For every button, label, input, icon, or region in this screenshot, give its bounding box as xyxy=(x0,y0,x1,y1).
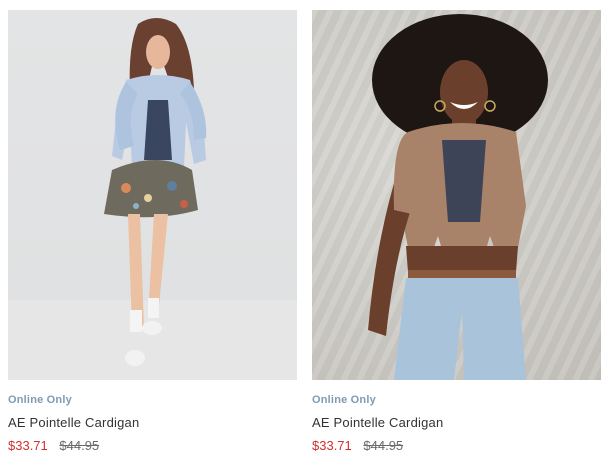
price-row: $33.71 $44.95 xyxy=(8,438,297,454)
product-image[interactable] xyxy=(8,10,297,380)
product-card[interactable]: Online Only AE Pointelle Cardigan $33.71… xyxy=(312,10,601,454)
sale-price: $33.71 xyxy=(8,438,48,453)
original-price: $44.95 xyxy=(59,438,100,453)
sale-price: $33.71 xyxy=(312,438,352,453)
price-row: $33.71 $44.95 xyxy=(312,438,601,454)
original-price: $44.95 xyxy=(363,438,404,453)
online-only-badge: Online Only xyxy=(8,394,72,406)
model-figure xyxy=(368,14,548,380)
product-image[interactable] xyxy=(312,10,601,380)
product-name[interactable]: AE Pointelle Cardigan xyxy=(8,415,297,431)
product-card[interactable]: Online Only AE Pointelle Cardigan $33.71… xyxy=(8,10,297,454)
online-only-badge: Online Only xyxy=(312,394,376,406)
model-figure xyxy=(104,18,207,366)
product-name[interactable]: AE Pointelle Cardigan xyxy=(312,415,601,431)
